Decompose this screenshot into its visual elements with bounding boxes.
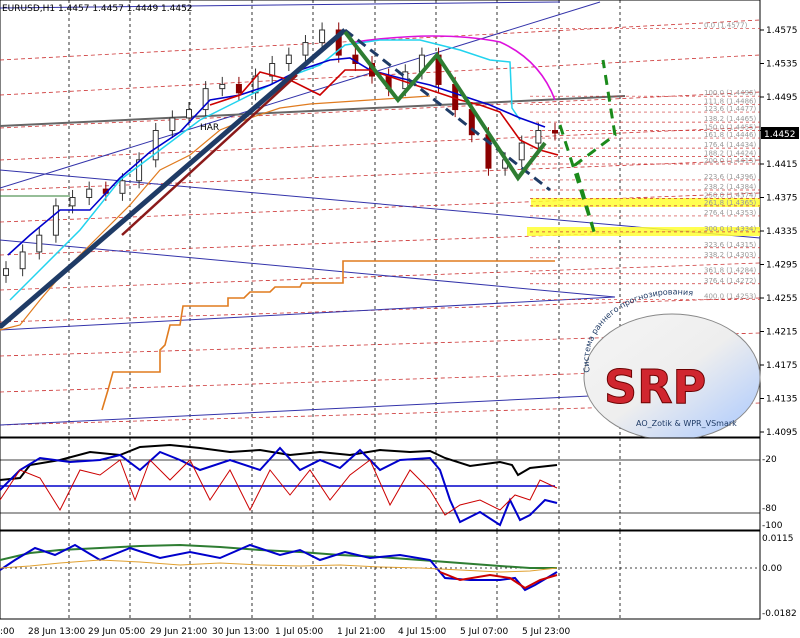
candle-body [186,109,192,119]
fibo-level-label: 261.8 (1.4365) [704,199,756,207]
fibo-level-label: 223.6 (1.4396) [704,173,756,181]
price-axis-tick: 1.4215 [766,328,798,338]
fibo-level-label: 238.2 (1.4384) [704,183,756,191]
candle-body [169,117,176,131]
candle-body [36,234,43,253]
price-axis-tick: 1.4375 [766,194,798,204]
candle-body [235,83,242,94]
candle-body [219,83,226,90]
fibo-level-label: 138.2 (1.4465) [704,115,756,123]
fibo-level-label: 400.0 (1.4253) [704,293,756,301]
trading-chart[interactable]: 0.0 (1.4577)100.0 (1.4496)111.8 (1.4486)… [0,0,800,638]
price-axis-tick: 1.4255 [766,294,798,304]
candle-body [69,197,76,207]
main-price-panel[interactable]: 0.0 (1.4577)100.0 (1.4496)111.8 (1.4486)… [0,0,799,441]
price-axis-tick: 1.4415 [766,160,798,170]
price-axis-tick: 1.4335 [766,227,798,237]
fibo-level-label: 176.4 (1.4434) [704,141,756,149]
candle-body [86,188,93,198]
fibo-level-label: 376.4 (1.4272) [704,277,756,285]
time-axis-tick: 5 Jul 23:00 [522,627,571,637]
osc1-tick-top: -20 [762,455,777,465]
price-axis-tick: 1.4135 [766,395,798,405]
fibo-level-label: 200.0 (1.4415) [704,157,756,165]
price-axis-tick: 1.4495 [766,93,798,103]
candle-body [302,42,309,56]
fibo-level-label: 123.6 (1.4477) [704,105,756,113]
fibo-level-label: 361.8 (1.4284) [704,267,756,275]
price-axis: 1.45751.45351.44951.44551.44151.43751.43… [760,26,798,438]
candle-body [552,130,558,134]
fibo-level-label: 276.4 (1.4353) [704,209,756,217]
current-price-marker: 1.4452 [761,127,799,140]
time-axis-tick: 1 Jul 05:00 [275,627,324,637]
candle-body [52,205,59,236]
osc2-border [0,530,761,620]
osc1-tick-mid: -80 [762,504,777,514]
candle-body [535,130,542,144]
candle-body [19,251,26,270]
time-axis-tick: 30 Jun 13:00 [212,627,269,637]
candle-body [518,142,525,161]
logo-text: SRP [604,360,706,414]
time-axis-tick: 28 Jun 13:00 [28,627,85,637]
price-overlay-label: HAR [200,123,219,133]
logo-footer-text: AO_Zotik & WPR_VSmark [636,419,737,428]
fibo-level-label: 323.6 (1.4315) [704,241,756,249]
candle-body [119,180,126,194]
price-axis-tick: 1.4295 [766,261,798,271]
price-axis-tick: 1.4535 [766,60,798,70]
time-axis-tick: :00 [0,627,15,637]
osc1-border [0,437,761,531]
fibo-level-label: 100.0 (1.4496) [704,89,756,97]
oscillator-panel-1[interactable]: -20 -80 -100 [0,437,783,531]
time-axis-tick: 5 Jul 07:00 [460,627,509,637]
price-axis-tick: 1.4575 [766,26,798,36]
time-axis-tick: 29 Jun 05:00 [88,627,145,637]
osc2-tick-bottom: -0.0182 [762,609,797,619]
fibo-level-label: 161.8 (1.4446) [704,131,756,139]
candle-body [319,29,326,44]
osc2-tick-top: 0.0115 [762,534,794,544]
osc2-tick-zero: 0.00 [762,564,782,574]
current-price-label: 1.4452 [764,130,796,140]
fibo-level-label: 0.0 (1.4577) [704,21,748,29]
time-axis: :00 28 Jun 13:00 29 Jun 05:00 29 Jun 21:00 3… [0,627,571,637]
price-axis-tick: 1.4175 [766,361,798,371]
candle-body [285,54,292,64]
symbol-header: EURUSD,H1 1.4457 1.4457 1.4449 1.4452 [2,4,193,14]
price-axis-tick: 1.4095 [766,428,798,438]
time-axis-tick: 1 Jul 21:00 [337,627,386,637]
osc1-tick-bottom: -100 [762,521,783,531]
candle-body [3,268,9,276]
fibo-level-label: 338.2 (1.4303) [704,251,756,259]
time-axis-tick: 29 Jun 21:00 [150,627,207,637]
time-axis-tick: 4 Jul 15:00 [398,627,447,637]
oscillator-panel-2[interactable]: 0.0115 0.00 -0.0182 [0,530,797,620]
fibo-level-label: 300.0 (1.4334) [704,225,756,233]
